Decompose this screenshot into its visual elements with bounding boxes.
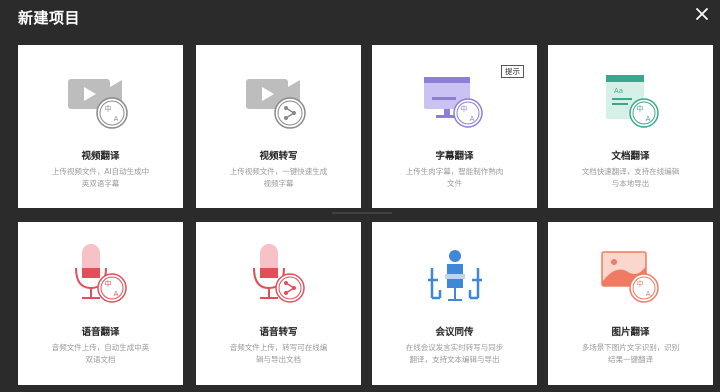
meeting-interpret-icon [427, 250, 482, 301]
card-description: 音频文件上传，自动生成中英双语文档 [51, 343, 150, 364]
card-title: 会议同传 [435, 327, 474, 338]
card-description: 上传视频文件，AI自动生成中英双语字幕 [51, 167, 150, 188]
voice-transcribe-icon [252, 244, 305, 303]
card-video-transcribe[interactable]: 视频转写 上传视频文件，一键快速生成视频字幕 [196, 45, 361, 208]
svg-text:中: 中 [104, 279, 111, 288]
background-divider [332, 212, 392, 214]
card-title: 视频翻译 [81, 151, 120, 162]
svg-text:A: A [469, 115, 474, 123]
tip-badge[interactable]: 提示 [501, 65, 524, 78]
card-description: 上传视频文件，一键快速生成视频字幕 [229, 167, 328, 188]
subtitle-translate-icon: 中 A [423, 77, 483, 128]
document-translate-icon: Aa 中 A [605, 75, 659, 128]
svg-text:A: A [113, 115, 118, 123]
card-video-translate[interactable]: 中 A 视频翻译 上传视频文件，AI自动生成中英双语字幕 [18, 45, 183, 208]
svg-text:中: 中 [636, 104, 643, 113]
video-transcribe-icon [245, 79, 306, 129]
card-title: 语音翻译 [81, 327, 120, 338]
svg-text:中: 中 [636, 279, 643, 288]
image-translate-icon: 中 A [600, 251, 659, 303]
card-document-translate[interactable]: Aa 中 A 文档翻译 文档快速翻译，支持在线编辑与本地导出 [548, 45, 713, 208]
svg-text:中: 中 [104, 104, 111, 113]
card-image-translate[interactable]: 中 A 图片翻译 多场景下图片文字识别，识别结果一键翻译 [548, 222, 713, 385]
svg-text:A: A [645, 115, 650, 123]
svg-text:中: 中 [460, 104, 467, 113]
voice-translate-icon: 中 A [74, 244, 127, 303]
close-icon[interactable] [694, 6, 710, 22]
card-title: 语音转写 [259, 327, 298, 338]
card-meeting-interpret[interactable]: 会议同传 在线会议发言实时转写与同步翻译，支持文本编辑与导出 [372, 222, 537, 385]
card-subtitle-translate[interactable]: 提示 中 A 字幕翻译 上传生肉字幕，智能制作熟肉文件 [372, 45, 537, 208]
card-description: 在线会议发言实时转写与同步翻译，支持文本编辑与导出 [405, 343, 504, 364]
svg-text:Aa: Aa [614, 87, 623, 95]
modal-title: 新建项目 [18, 9, 81, 27]
card-description: 多场景下图片文字识别，识别结果一键翻译 [581, 343, 680, 364]
card-title: 图片翻译 [611, 327, 650, 338]
card-description: 文档快速翻译，支持在线编辑与本地导出 [581, 167, 680, 188]
card-voice-translate[interactable]: 中 A 语音翻译 音频文件上传，自动生成中英双语文档 [18, 222, 183, 385]
svg-text:A: A [113, 290, 118, 298]
svg-text:A: A [645, 290, 650, 298]
card-title: 字幕翻译 [435, 151, 474, 162]
video-translate-icon: 中 A [67, 79, 128, 129]
card-description: 上传生肉字幕，智能制作熟肉文件 [405, 167, 504, 188]
card-title: 文档翻译 [611, 151, 650, 162]
card-voice-transcribe[interactable]: 语音转写 音频文件上传，转写可在线编辑与导出文档 [196, 222, 361, 385]
card-title: 视频转写 [259, 151, 298, 162]
card-description: 音频文件上传，转写可在线编辑与导出文档 [229, 343, 328, 364]
